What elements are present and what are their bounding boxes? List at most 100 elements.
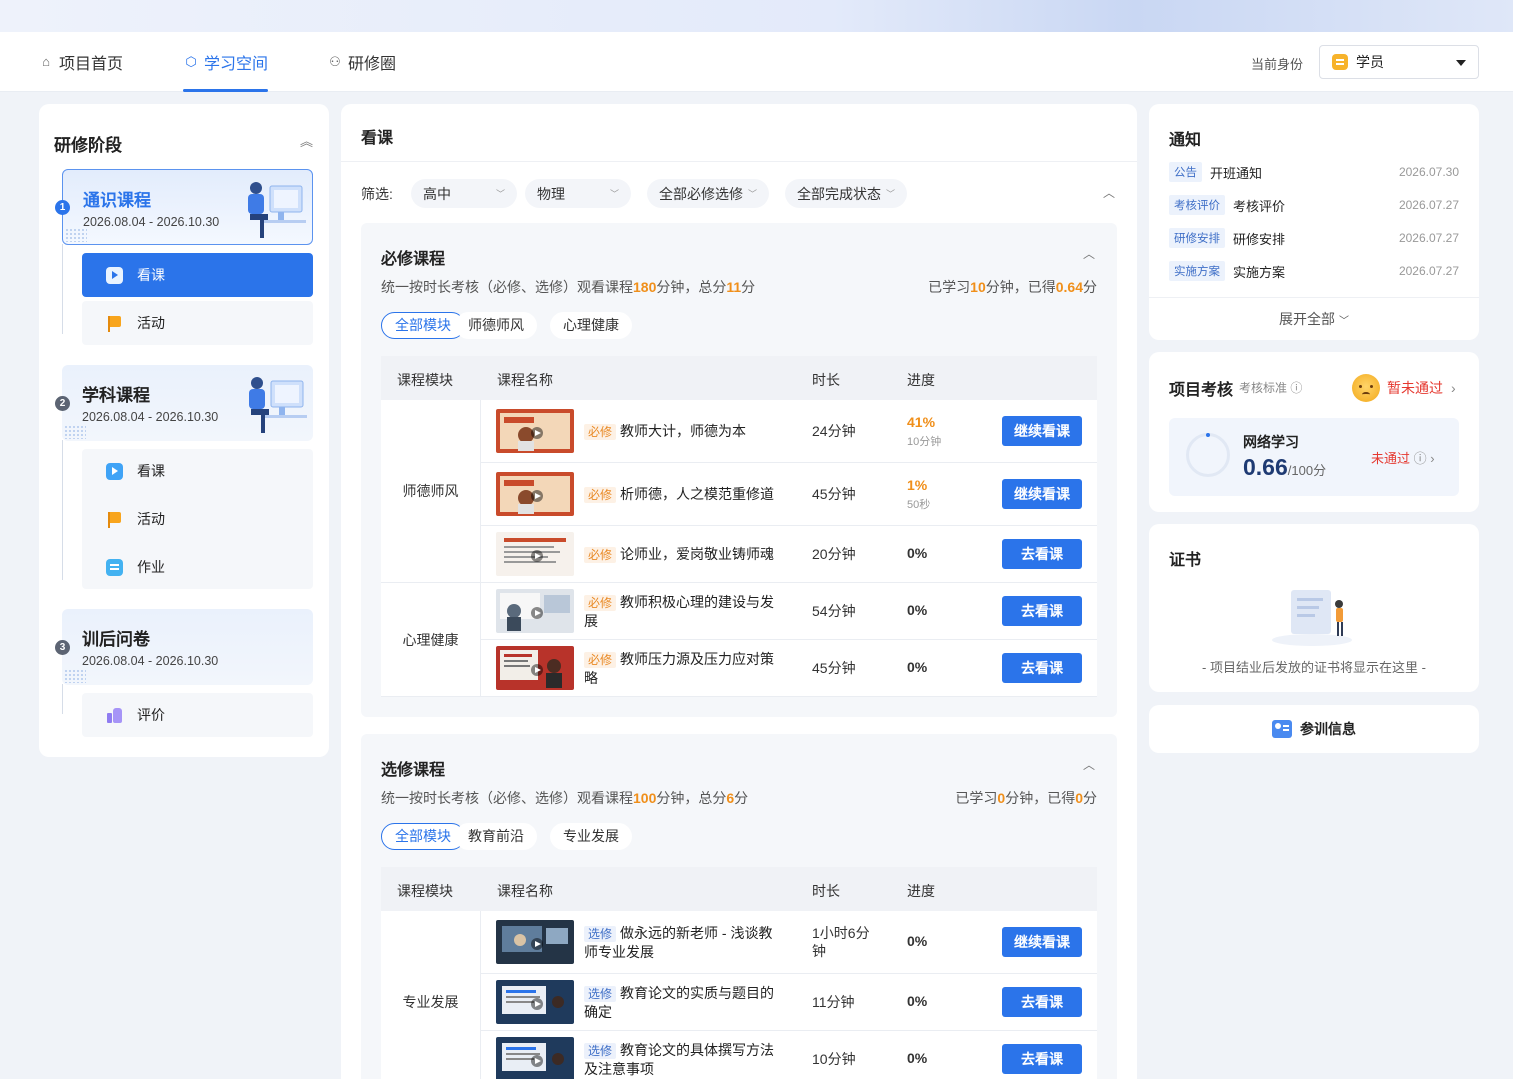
- column-header: 课程名称: [497, 883, 553, 899]
- stage3-item-evaluate[interactable]: 评价: [82, 693, 313, 737]
- identity-value: 学员: [1356, 54, 1384, 70]
- course-name[interactable]: 必修 析师德，人之模范重修道: [584, 485, 784, 504]
- rule-minutes: 180: [633, 279, 657, 295]
- filter-required-select[interactable]: 全部必修选修 ﹀: [647, 179, 769, 208]
- go-watch-button[interactable]: 去看课: [1002, 596, 1082, 626]
- stage-name: 通识课程: [83, 191, 151, 210]
- notice-date: 2026.07.30: [1398, 165, 1459, 179]
- module-chip[interactable]: 心理健康: [550, 312, 632, 339]
- required-course-section: 必修课程 ︿ 统一按时长考核（必修、选修）观看课程180分钟，总分11分 已学习…: [361, 223, 1117, 717]
- standard-label: 考核标准: [1239, 381, 1288, 395]
- assessment-status[interactable]: 暂未通过 ›: [1352, 374, 1456, 402]
- notice-item[interactable]: 实施方案 实施方案 2026.07.27: [1169, 260, 1459, 282]
- collapse-up-icon[interactable]: ︽: [300, 131, 313, 150]
- learned-text: 已学习: [928, 279, 971, 295]
- go-watch-button[interactable]: 去看课: [1002, 539, 1082, 569]
- stage1-item-activity[interactable]: 活动: [82, 301, 313, 345]
- stage-date: 2026.08.04 - 2026.10.30: [82, 410, 219, 424]
- column-header: 时长: [812, 883, 840, 899]
- elective-tag: 选修: [584, 986, 617, 1002]
- course-thumbnail[interactable]: [496, 1037, 574, 1079]
- table-row: 选修 教育论文的具体撰写方法及注意事项 10分钟 0% 去看课: [481, 1031, 1097, 1079]
- chevron-down-icon: ﹀: [747, 189, 757, 199]
- filter-value: 全部必修选修: [659, 185, 743, 202]
- stage-name: 学科课程: [82, 386, 150, 405]
- chevron-up-icon[interactable]: ︿: [1083, 756, 1095, 773]
- assessment-standard-link[interactable]: 考核标准 ⓘ: [1239, 379, 1302, 396]
- go-watch-button[interactable]: 去看课: [1002, 653, 1082, 683]
- stage2-item-activity[interactable]: 活动: [82, 497, 313, 541]
- caret-down-icon: [1456, 60, 1466, 66]
- required-tag: 必修: [584, 652, 617, 668]
- rule-score: 11: [726, 279, 742, 295]
- filter-stage-select[interactable]: 高中 ﹀: [411, 179, 517, 208]
- course-name[interactable]: 必修 论师业，爱岗敬业铸师魂: [584, 545, 784, 564]
- stage2-item-homework[interactable]: 作业: [82, 545, 313, 589]
- stage-card-1[interactable]: 通识课程 2026.08.04 - 2026.10.30: [62, 169, 313, 245]
- assessment-title: 项目考核: [1169, 382, 1234, 399]
- people-icon: ⚇: [329, 54, 341, 69]
- notice-item[interactable]: 公告 开班通知 2026.07.30: [1169, 161, 1459, 183]
- go-watch-button[interactable]: 去看课: [1002, 987, 1082, 1017]
- course-name[interactable]: 必修 教师积极心理的建设与发展: [584, 593, 784, 630]
- notice-card: 通知 公告 开班通知 2026.07.30 考核评价 考核评价 2026.07.…: [1149, 104, 1479, 340]
- identity-label: 当前身份: [1251, 57, 1304, 72]
- table-row: 必修 析师德，人之模范重修道 45分钟 1% 50秒 继续看课: [481, 463, 1097, 526]
- continue-watch-button[interactable]: 继续看课: [1002, 927, 1082, 957]
- stage-card-2[interactable]: 学科课程 2026.08.04 - 2026.10.30: [62, 365, 313, 441]
- flag-icon: [106, 315, 123, 332]
- progress-dot: [1206, 433, 1210, 437]
- stage1-item-watch[interactable]: 看课: [82, 253, 313, 297]
- course-thumbnail[interactable]: [496, 646, 574, 690]
- required-tag: 必修: [584, 547, 617, 563]
- course-name[interactable]: 选修 做永远的新老师 - 浅谈教师专业发展: [584, 924, 784, 961]
- continue-watch-button[interactable]: 继续看课: [1002, 479, 1082, 509]
- rule-minutes: 100: [633, 790, 657, 806]
- chevron-up-icon[interactable]: ︿: [1083, 245, 1095, 262]
- expand-all-button[interactable]: 展开全部 ﹀: [1149, 297, 1479, 340]
- progress-value: 1%: [907, 477, 928, 493]
- training-info-label: 参训信息: [1300, 721, 1356, 737]
- module-chip-all[interactable]: 全部模块: [381, 823, 465, 850]
- result-text: 未通过: [1371, 451, 1411, 466]
- user-role-icon: [1332, 54, 1348, 70]
- tab-project-home[interactable]: ⌂ 项目首页: [38, 32, 123, 92]
- tab-research-circle[interactable]: ⚇ 研修圈: [327, 32, 396, 92]
- filter-subject-select[interactable]: 物理 ﹀: [525, 179, 631, 208]
- stage-date: 2026.08.04 - 2026.10.30: [82, 654, 219, 668]
- continue-watch-button[interactable]: 继续看课: [1002, 416, 1082, 446]
- filter-value: 物理: [537, 185, 565, 202]
- module-chip[interactable]: 教育前沿: [455, 823, 537, 850]
- training-info-button[interactable]: 参训信息: [1149, 705, 1479, 753]
- course-thumbnail[interactable]: [496, 532, 574, 576]
- course-thumbnail[interactable]: [496, 472, 574, 516]
- module-chip[interactable]: 师德师风: [455, 312, 537, 339]
- study-illustration: [249, 377, 307, 433]
- notice-item[interactable]: 研修安排 研修安排 2026.07.27: [1169, 227, 1459, 249]
- video-thumbnail-icon: [496, 409, 574, 453]
- course-thumbnail[interactable]: [496, 409, 574, 453]
- course-thumbnail[interactable]: [496, 589, 574, 633]
- course-thumbnail[interactable]: [496, 920, 574, 964]
- filter-status-select[interactable]: 全部完成状态 ﹀: [785, 179, 907, 208]
- stage-card-3[interactable]: 训后问卷 2026.08.04 - 2026.10.30: [62, 609, 313, 685]
- collapse-up-icon[interactable]: ︿: [1103, 184, 1115, 201]
- course-name[interactable]: 选修 教育论文的实质与题目的确定: [584, 984, 784, 1021]
- duration: 45分钟: [812, 486, 856, 502]
- tab-learning-space[interactable]: ⬡ 学习空间: [183, 32, 269, 92]
- cube-icon: ⬡: [185, 54, 197, 69]
- module-chip-all[interactable]: 全部模块: [381, 312, 465, 339]
- course-thumbnail[interactable]: [496, 980, 574, 1024]
- result-link[interactable]: 未通过 ⓘ ›: [1371, 448, 1435, 467]
- identity-select[interactable]: 学员: [1319, 45, 1479, 79]
- go-watch-button[interactable]: 去看课: [1002, 1044, 1082, 1074]
- module-chip[interactable]: 专业发展: [550, 823, 632, 850]
- stage2-item-watch[interactable]: 看课: [82, 449, 313, 493]
- rule-text: 统一按时长考核（必修、选修）观看课程: [381, 279, 633, 295]
- course-name[interactable]: 选修 教育论文的具体撰写方法及注意事项: [584, 1041, 784, 1078]
- section-title: 选修课程: [381, 762, 446, 779]
- notice-item[interactable]: 考核评价 考核评价 2026.07.27: [1169, 194, 1459, 216]
- course-name[interactable]: 必修 教师大计，师德为本: [584, 422, 784, 441]
- course-name[interactable]: 必修 教师压力源及压力应对策略: [584, 650, 784, 687]
- table-header: 课程模块 课程名称 时长 进度: [381, 356, 1097, 400]
